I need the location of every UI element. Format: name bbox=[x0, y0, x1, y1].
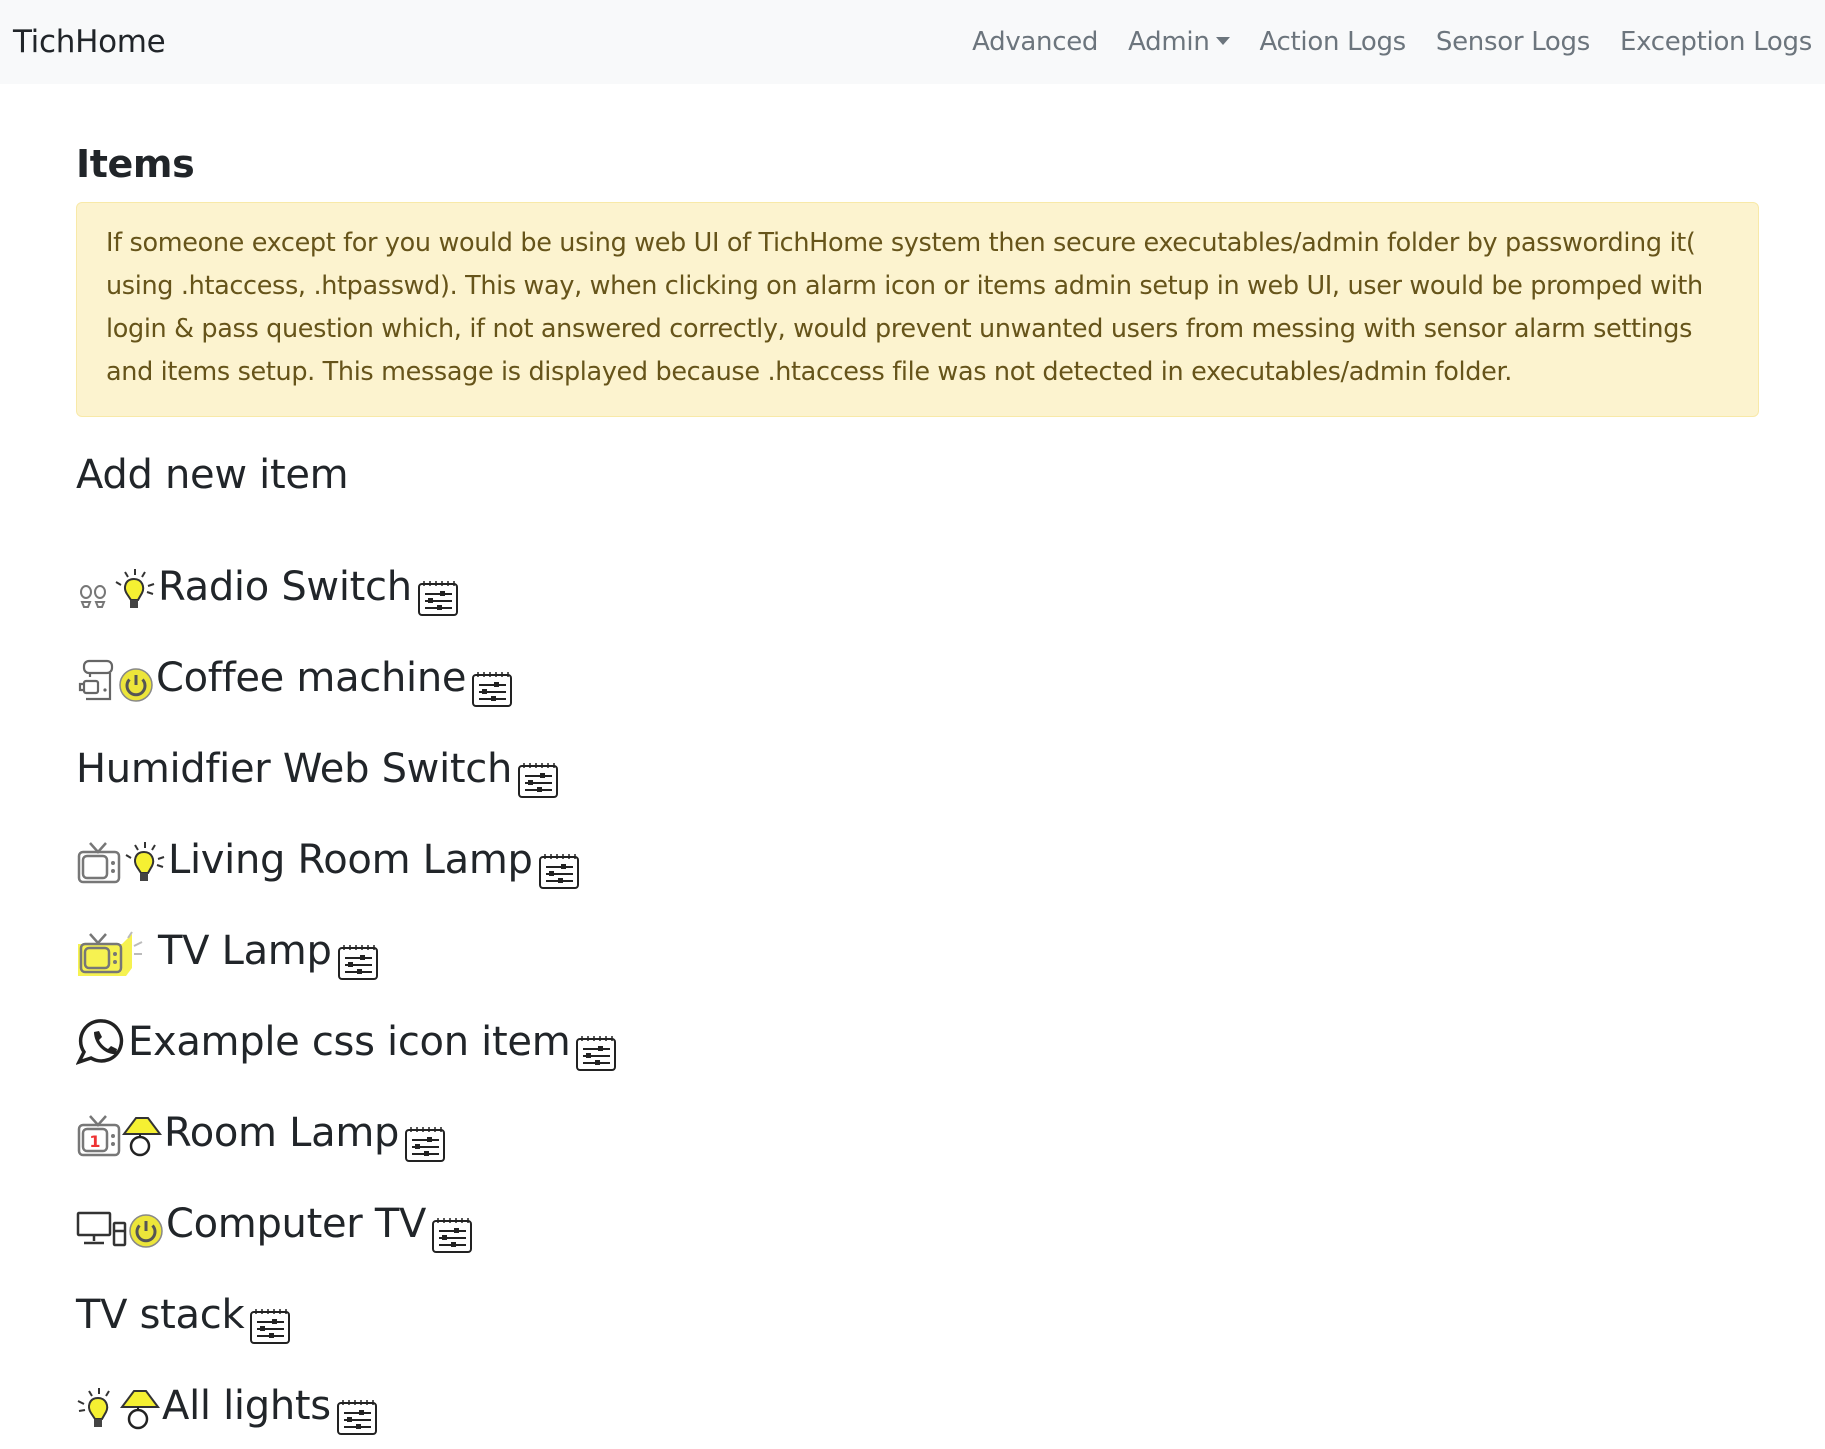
page-title: Items bbox=[76, 142, 195, 186]
settings-sliders-icon[interactable] bbox=[537, 851, 581, 891]
item-icons[interactable] bbox=[76, 839, 166, 885]
nav-sensor-logs[interactable]: Sensor Logs bbox=[1421, 27, 1605, 57]
item-name-link[interactable]: Humidfier Web Switch bbox=[76, 744, 512, 794]
svg-text:1: 1 bbox=[89, 1132, 100, 1151]
lightbulb-on-icon bbox=[122, 839, 166, 885]
list-item: TV stack bbox=[76, 1249, 1749, 1344]
list-item: Humidfier Web Switch bbox=[76, 703, 1749, 798]
list-item: Example css icon item bbox=[76, 976, 1749, 1071]
nav-advanced-label: Advanced bbox=[972, 27, 1099, 57]
lightbulb-on-icon bbox=[76, 1385, 120, 1431]
list-item: Coffee machine bbox=[76, 612, 1749, 707]
settings-sliders-icon[interactable] bbox=[403, 1124, 447, 1164]
tv-channel-1-icon: 1 bbox=[76, 1112, 122, 1158]
tv-icon bbox=[76, 839, 122, 885]
list-item: Living Room Lamp bbox=[76, 794, 1749, 889]
item-icons[interactable] bbox=[76, 1385, 160, 1431]
coffee-machine-icon bbox=[76, 657, 118, 703]
settings-sliders-icon[interactable] bbox=[470, 669, 514, 709]
add-new-item-heading: Add new item bbox=[76, 452, 349, 498]
item-icons[interactable] bbox=[76, 657, 154, 703]
item-name-link[interactable]: Radio Switch bbox=[158, 562, 412, 612]
nav-admin-label: Admin bbox=[1128, 27, 1210, 57]
lightbulb-on-icon bbox=[112, 566, 156, 612]
table-lamp-on-icon bbox=[120, 1385, 160, 1431]
nav-exception-logs-label: Exception Logs bbox=[1619, 27, 1812, 57]
list-item: Computer TV bbox=[76, 1158, 1749, 1253]
item-icons[interactable] bbox=[76, 1017, 126, 1067]
nav-advanced[interactable]: Advanced bbox=[957, 27, 1113, 57]
item-name-link[interactable]: Computer TV bbox=[166, 1199, 426, 1249]
nav-action-logs[interactable]: Action Logs bbox=[1245, 27, 1421, 57]
brand-link[interactable]: TichHome bbox=[13, 24, 166, 60]
nav-sensor-logs-label: Sensor Logs bbox=[1435, 27, 1590, 57]
settings-sliders-icon[interactable] bbox=[335, 1397, 379, 1437]
settings-sliders-icon[interactable] bbox=[516, 760, 560, 800]
item-icons[interactable] bbox=[76, 928, 156, 976]
settings-sliders-icon[interactable] bbox=[430, 1215, 474, 1255]
item-name-link[interactable]: Coffee machine bbox=[156, 653, 467, 703]
list-item: 1 Room Lamp bbox=[76, 1067, 1749, 1162]
item-name-link[interactable]: TV Lamp bbox=[158, 926, 332, 976]
item-icons[interactable] bbox=[76, 1209, 164, 1249]
item-name-link[interactable]: TV stack bbox=[76, 1290, 245, 1340]
navbar: TichHome Advanced Admin Action Logs Sens… bbox=[0, 0, 1825, 84]
item-name-link[interactable]: Room Lamp bbox=[164, 1108, 399, 1158]
main-container: Items If someone except for you would be… bbox=[0, 140, 1825, 1435]
item-name-link[interactable]: Example css icon item bbox=[128, 1017, 571, 1067]
footprints-icon bbox=[76, 572, 112, 612]
settings-sliders-icon[interactable] bbox=[336, 942, 380, 982]
settings-sliders-icon[interactable] bbox=[574, 1033, 618, 1073]
list-item: TV Lamp bbox=[76, 885, 1749, 980]
list-item: Radio Switch bbox=[76, 521, 1749, 616]
nav-admin-dropdown[interactable]: Admin bbox=[1113, 27, 1244, 57]
computer-icon bbox=[76, 1209, 128, 1249]
nav-exception-logs[interactable]: Exception Logs bbox=[1605, 27, 1812, 57]
power-on-icon bbox=[118, 667, 154, 703]
caret-down-icon bbox=[1215, 37, 1230, 45]
item-name-link[interactable]: All lights bbox=[162, 1381, 331, 1431]
settings-sliders-icon[interactable] bbox=[248, 1306, 292, 1346]
settings-sliders-icon[interactable] bbox=[416, 578, 460, 618]
htaccess-warning-alert: If someone except for you would be using… bbox=[76, 202, 1759, 417]
item-icons[interactable]: 1 bbox=[76, 1112, 162, 1158]
items-list: Radio Switch Coffee machine Humidfier We… bbox=[76, 521, 1749, 1435]
table-lamp-on-icon bbox=[122, 1112, 162, 1158]
item-icons[interactable] bbox=[76, 566, 156, 612]
power-on-icon bbox=[128, 1213, 164, 1249]
tv-lamp-on-icon bbox=[76, 928, 156, 976]
list-item: All lights bbox=[76, 1340, 1749, 1435]
nav-links: Advanced Admin Action Logs Sensor Logs E… bbox=[957, 27, 1812, 57]
nav-action-logs-label: Action Logs bbox=[1259, 27, 1407, 57]
whatsapp-icon bbox=[76, 1017, 126, 1067]
item-name-link[interactable]: Living Room Lamp bbox=[168, 835, 533, 885]
